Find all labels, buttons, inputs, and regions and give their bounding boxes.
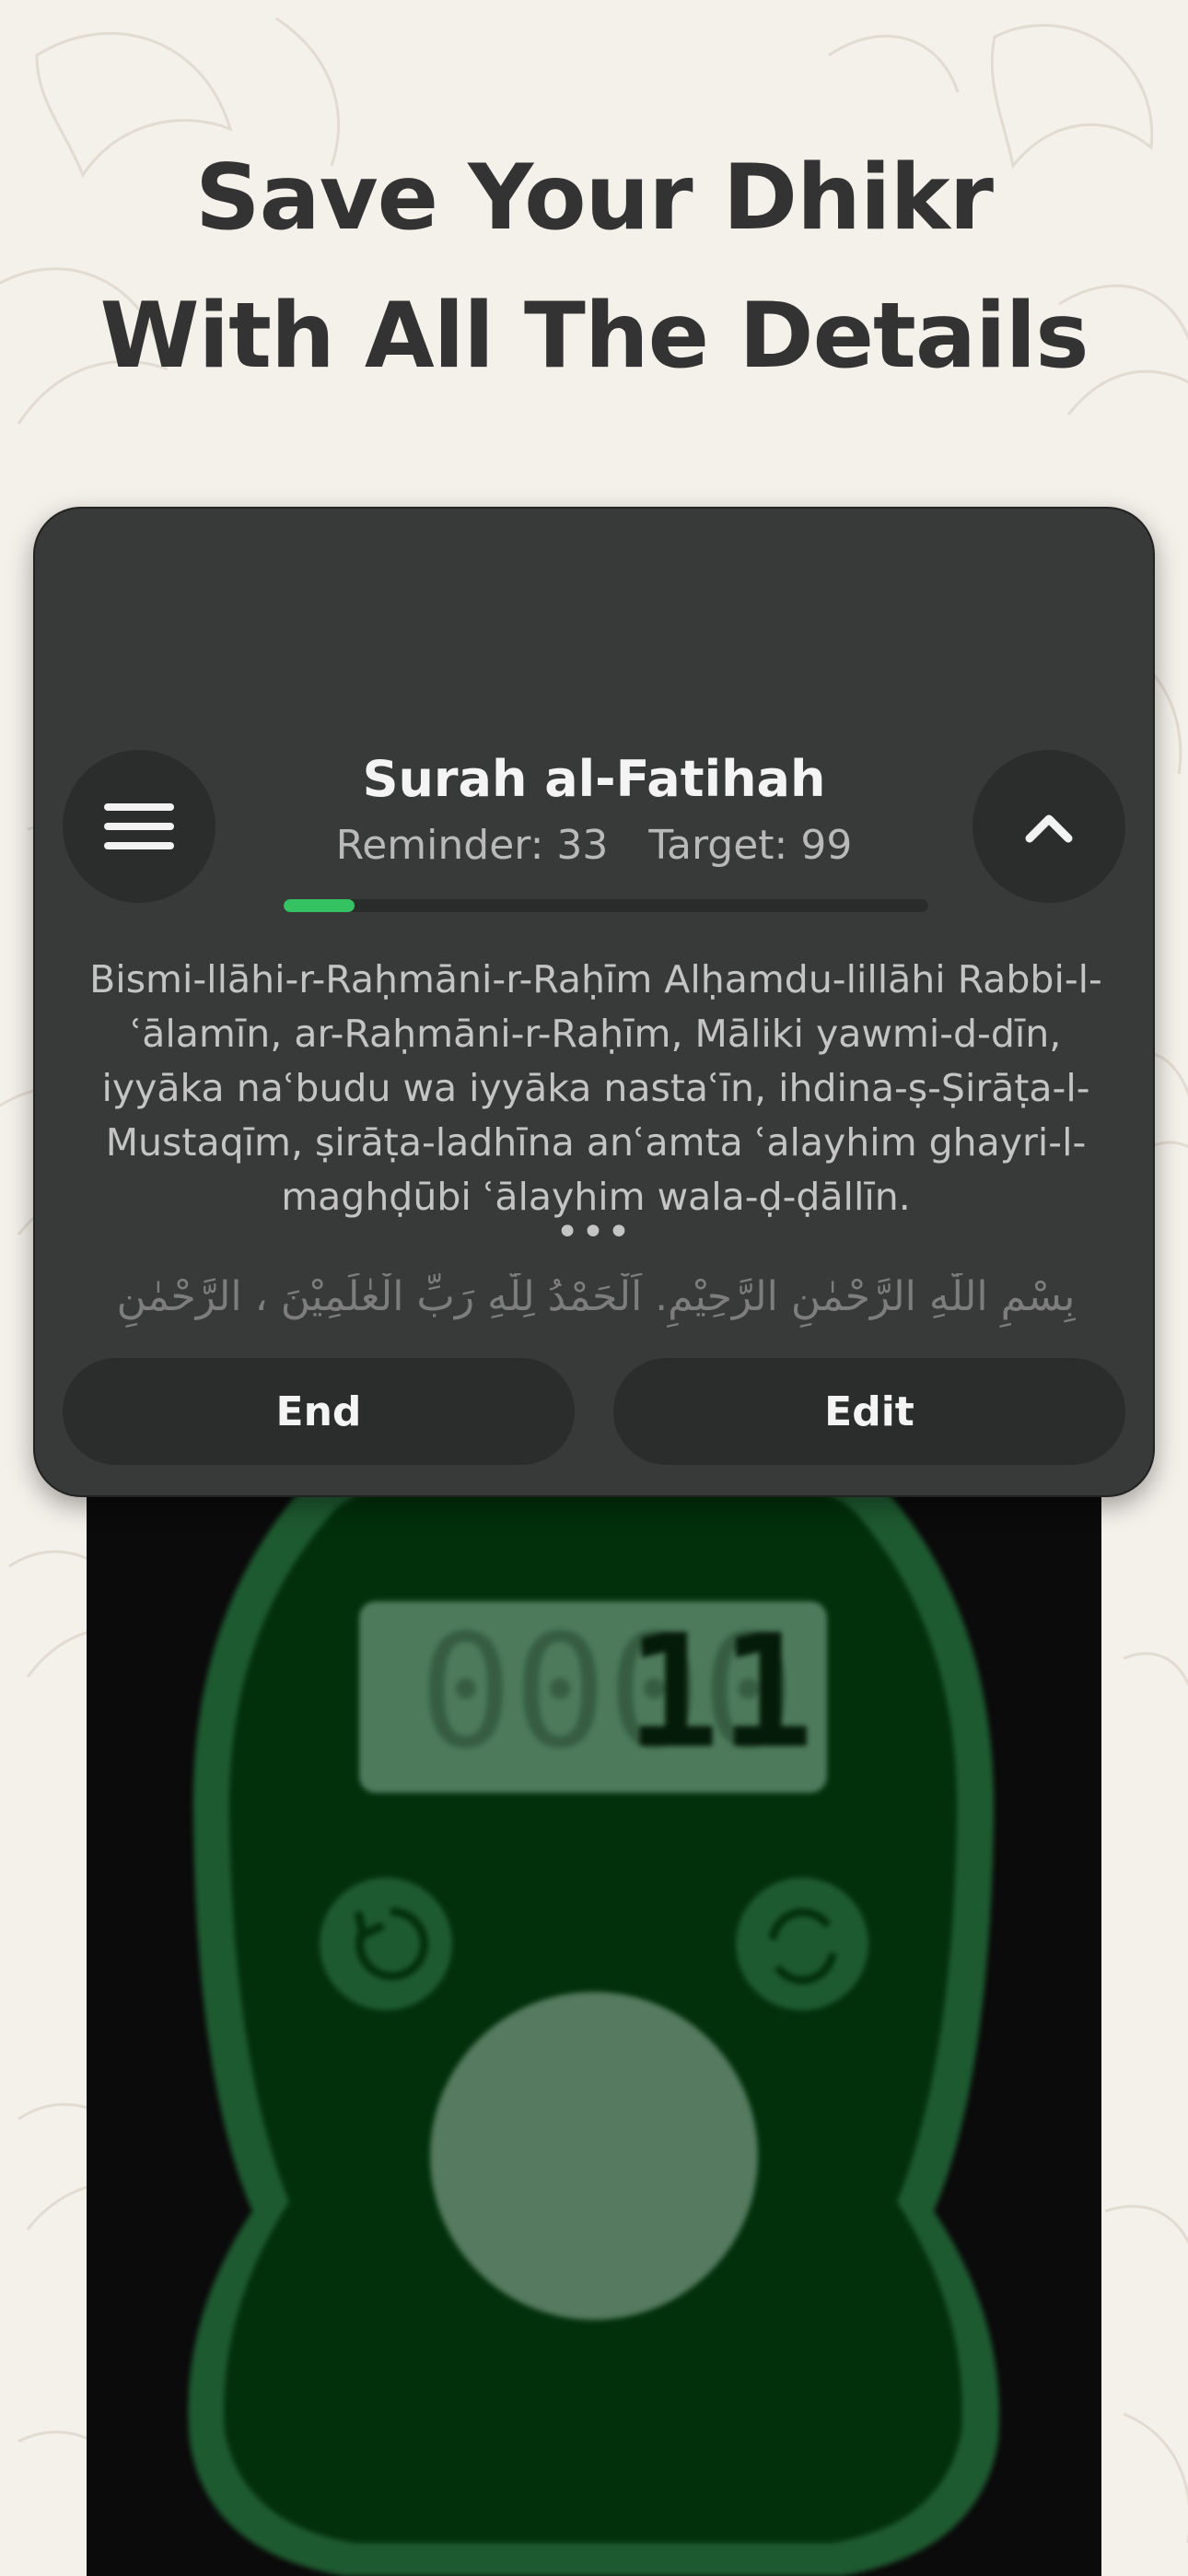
count-button	[430, 1992, 758, 2320]
tally-counter: 0000 11	[188, 1456, 1000, 2576]
end-button[interactable]: End	[63, 1358, 575, 1465]
undo-button	[320, 1878, 452, 2010]
chevron-up-icon	[1025, 814, 1073, 843]
arabic-text: بِسْمِ اللّٰهِ الرَّحْمٰنِ الرَّحِيْمِ. …	[116, 1273, 1076, 1320]
counter-value: 11	[625, 1601, 814, 1784]
collapse-button[interactable]	[973, 750, 1125, 903]
progress-fill	[284, 899, 355, 912]
edit-button[interactable]: Edit	[613, 1358, 1125, 1465]
target-text: Target: 99	[648, 822, 853, 869]
transliteration-text: Bismi-llāhi-r-Raḥmāni-r-Raḥīm Alḥamdu-li…	[89, 957, 1102, 1219]
dhikr-card: Surah al-Fatihah Reminder: 33 Target: 99 …	[33, 507, 1155, 1497]
more-indicator[interactable]: •••	[35, 1212, 1153, 1253]
headline-line-1: Save Your Dhikr	[195, 146, 994, 251]
headline: Save Your Dhikr With All The Details	[0, 129, 1188, 405]
phone-mockup: 0000 11	[87, 1437, 1101, 2576]
progress-bar	[284, 899, 928, 912]
reset-button	[736, 1878, 868, 2010]
reminder-text: Reminder: 33	[335, 822, 609, 869]
headline-line-2: With All The Details	[99, 284, 1089, 389]
